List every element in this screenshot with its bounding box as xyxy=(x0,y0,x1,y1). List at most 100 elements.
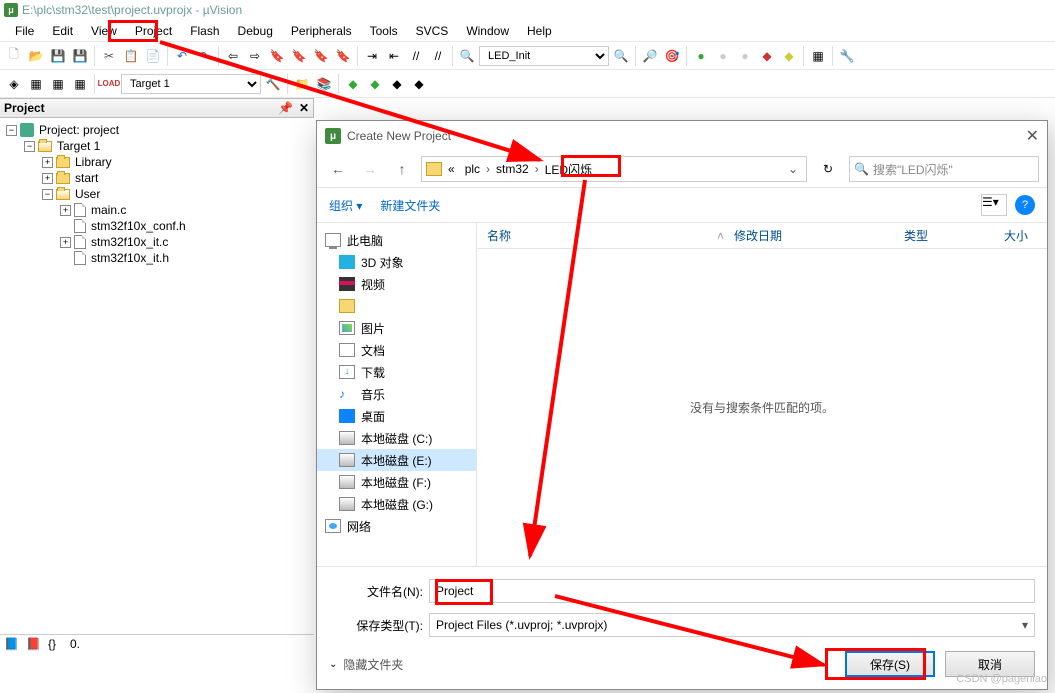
expand-icon[interactable]: − xyxy=(6,125,17,136)
menu-window[interactable]: Window xyxy=(457,22,518,40)
build-icon[interactable]: ▦ xyxy=(26,74,46,94)
bookmark-clear-icon[interactable]: 🔖 xyxy=(333,46,353,66)
search-input[interactable]: 🔍 搜索"LED闪烁" xyxy=(849,156,1039,182)
dot-green-icon[interactable]: ● xyxy=(691,46,711,66)
new-icon[interactable]: 🗋 xyxy=(4,46,24,66)
crumb-current[interactable]: LED闪烁 xyxy=(541,161,596,178)
menu-debug[interactable]: Debug xyxy=(229,22,282,40)
menu-project[interactable]: Project xyxy=(126,22,181,40)
close-icon[interactable]: ✕ xyxy=(1026,126,1039,146)
crumb[interactable]: stm32 xyxy=(492,162,533,176)
dot-grey-icon[interactable]: ● xyxy=(713,46,733,66)
nav-back-icon[interactable]: ← xyxy=(325,156,351,182)
function-combo[interactable]: LED_Init xyxy=(479,46,609,66)
sidebar-item[interactable]: 网络 xyxy=(317,515,476,537)
breadcrumb[interactable]: « plc› stm32› LED闪烁 ⌄ xyxy=(421,156,807,182)
newfolder-button[interactable]: 新建文件夹 xyxy=(380,197,440,214)
organize-button[interactable]: 组织 ▾ xyxy=(329,197,362,214)
menu-flash[interactable]: Flash xyxy=(181,22,228,40)
comment-icon[interactable]: // xyxy=(406,46,426,66)
options-icon[interactable]: 🔨 xyxy=(263,74,283,94)
expand-icon[interactable]: + xyxy=(60,205,71,216)
tree-file-label[interactable]: stm32f10x_it.h xyxy=(89,251,171,265)
download-icon[interactable]: LOAD xyxy=(99,74,119,94)
configure-icon[interactable]: 🔧 xyxy=(837,46,857,66)
sidebar-item[interactable]: 本地磁盘 (G:) xyxy=(317,493,476,515)
crumb[interactable]: « xyxy=(444,162,459,176)
debug-icon[interactable]: 🔎 xyxy=(640,46,660,66)
tree-target-label[interactable]: Target 1 xyxy=(55,139,102,153)
sidebar-item[interactable]: 文档 xyxy=(317,339,476,361)
rebuild-icon[interactable]: ▦ xyxy=(48,74,68,94)
savetype-combo[interactable]: Project Files (*.uvproj; *.uvprojx) xyxy=(429,613,1035,637)
sidebar-item[interactable]: 此电脑 xyxy=(317,229,476,251)
tree-group-label[interactable]: User xyxy=(73,187,102,201)
dot-red-icon[interactable]: ◆ xyxy=(757,46,777,66)
rte-icon[interactable]: ◆ xyxy=(387,74,407,94)
nav-fwd-icon[interactable]: → xyxy=(357,156,383,182)
copy-icon[interactable]: 📋 xyxy=(121,46,141,66)
expand-icon[interactable]: − xyxy=(42,189,53,200)
manage-icon[interactable]: 📁 xyxy=(292,74,312,94)
nav-back-icon[interactable]: ⇦ xyxy=(223,46,243,66)
sidebar-item[interactable]: 下载 xyxy=(317,361,476,383)
breakpoint-icon[interactable]: 🎯 xyxy=(662,46,682,66)
pack-icon[interactable]: ◆ xyxy=(343,74,363,94)
col-size[interactable]: 大小 xyxy=(994,227,1038,244)
saveall-icon[interactable]: 💾 xyxy=(70,46,90,66)
redo-icon[interactable]: ↷ xyxy=(194,46,214,66)
col-date[interactable]: 修改日期 xyxy=(724,227,894,244)
paste-icon[interactable]: 📄 xyxy=(143,46,163,66)
tab-project-icon[interactable]: 📘 xyxy=(4,637,24,657)
crumb[interactable]: plc xyxy=(461,162,484,176)
menu-peripherals[interactable]: Peripherals xyxy=(282,22,361,40)
sidebar-item[interactable]: 3D 对象 xyxy=(317,251,476,273)
pin-icon[interactable]: 📌 xyxy=(278,101,293,115)
col-name[interactable]: 名称 xyxy=(477,227,717,244)
bookmark-prev-icon[interactable]: 🔖 xyxy=(289,46,309,66)
find-icon[interactable]: 🔍 xyxy=(457,46,477,66)
chevron-down-icon[interactable]: ⌄ xyxy=(788,162,802,176)
sidebar-item[interactable]: 本地磁盘 (C:) xyxy=(317,427,476,449)
undo-icon[interactable]: ↶ xyxy=(172,46,192,66)
window-icon[interactable]: ▦ xyxy=(808,46,828,66)
outdent-icon[interactable]: ⇤ xyxy=(384,46,404,66)
tree-group-label[interactable]: Library xyxy=(73,155,114,169)
sidebar-item[interactable]: 桌面 xyxy=(317,405,476,427)
close-panel-icon[interactable]: ✕ xyxy=(299,101,309,115)
filename-input[interactable] xyxy=(429,579,1035,603)
refresh-icon[interactable]: ↻ xyxy=(813,156,843,182)
bookmark-icon[interactable]: 🔖 xyxy=(267,46,287,66)
tab-books-icon[interactable]: 📕 xyxy=(26,637,46,657)
rte2-icon[interactable]: ◆ xyxy=(409,74,429,94)
nav-up-icon[interactable]: ↑ xyxy=(389,156,415,182)
sidebar-item[interactable]: 本地磁盘 (E:) xyxy=(317,449,476,471)
project-tree[interactable]: −Project: project −Target 1 +Library+sta… xyxy=(0,118,314,270)
hide-folders-link[interactable]: 隐藏文件夹 xyxy=(343,656,403,673)
menu-tools[interactable]: Tools xyxy=(361,22,407,40)
col-type[interactable]: 类型 xyxy=(894,227,994,244)
translate-icon[interactable]: ◈ xyxy=(4,74,24,94)
open-icon[interactable]: 📂 xyxy=(26,46,46,66)
chevron-down-icon[interactable]: ⌄ xyxy=(329,659,337,670)
menu-file[interactable]: File xyxy=(6,22,43,40)
sidebar-item[interactable] xyxy=(317,295,476,317)
dot-yellow-icon[interactable]: ◆ xyxy=(779,46,799,66)
menu-svcs[interactable]: SVCS xyxy=(407,22,458,40)
menu-view[interactable]: View xyxy=(82,22,126,40)
sidebar-item[interactable]: 图片 xyxy=(317,317,476,339)
tree-file-label[interactable]: stm32f10x_conf.h xyxy=(89,219,188,233)
menu-edit[interactable]: Edit xyxy=(43,22,82,40)
expand-icon[interactable]: + xyxy=(42,173,53,184)
menu-help[interactable]: Help xyxy=(518,22,561,40)
expand-icon[interactable]: + xyxy=(60,237,71,248)
target-combo[interactable]: Target 1 xyxy=(121,74,261,94)
sidebar-item[interactable]: 视频 xyxy=(317,273,476,295)
uncomment-icon[interactable]: // xyxy=(428,46,448,66)
dot-grey2-icon[interactable]: ● xyxy=(735,46,755,66)
cut-icon[interactable]: ✂ xyxy=(99,46,119,66)
sidebar-item[interactable]: 音乐 xyxy=(317,383,476,405)
tree-file-label[interactable]: main.c xyxy=(89,203,128,217)
manage-books-icon[interactable]: 📚 xyxy=(314,74,334,94)
help-icon[interactable]: ? xyxy=(1015,195,1035,215)
